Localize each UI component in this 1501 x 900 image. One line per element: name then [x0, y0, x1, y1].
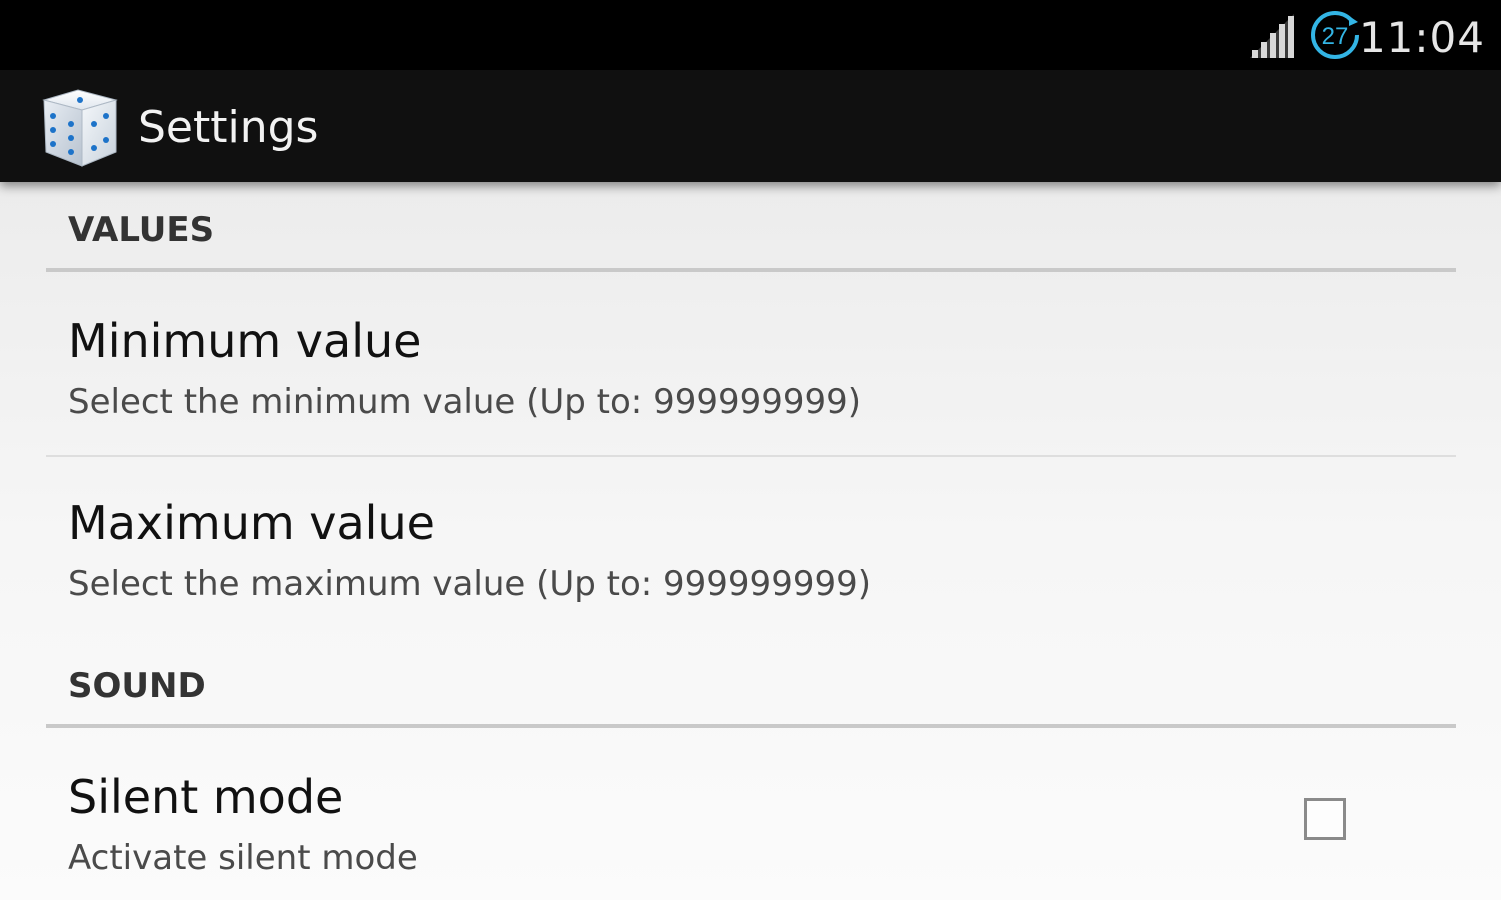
maximum-value-summary: Select the maximum value (Up to: 9999999…: [68, 564, 871, 604]
signal-icon: [1250, 14, 1294, 58]
minimum-value-preference[interactable]: Minimum value Select the minimum value (…: [0, 272, 1501, 456]
status-clock: 11:04: [1358, 13, 1485, 62]
page-title: Settings: [138, 102, 319, 153]
status-bar: 27 11:04: [0, 0, 1501, 70]
silent-mode-title: Silent mode: [68, 770, 344, 824]
sync-notification-icon: 27: [1308, 8, 1362, 62]
item-divider: [46, 455, 1456, 457]
silent-mode-checkbox[interactable]: [1304, 798, 1346, 840]
dice-icon[interactable]: [38, 86, 122, 170]
settings-screen: 27 11:04 Settings VALUES Minimum value S…: [0, 0, 1501, 900]
silent-mode-summary: Activate silent mode: [68, 838, 418, 878]
silent-mode-preference[interactable]: Silent mode Activate silent mode: [0, 728, 1501, 900]
maximum-value-title: Maximum value: [68, 496, 435, 550]
notification-badge-count: 27: [1322, 23, 1349, 50]
category-sound: SOUND: [68, 666, 206, 706]
minimum-value-summary: Select the minimum value (Up to: 9999999…: [68, 382, 862, 422]
minimum-value-title: Minimum value: [68, 314, 422, 368]
maximum-value-preference[interactable]: Maximum value Select the maximum value (…: [0, 458, 1501, 648]
action-bar: Settings: [0, 70, 1501, 182]
category-values: VALUES: [68, 210, 215, 250]
